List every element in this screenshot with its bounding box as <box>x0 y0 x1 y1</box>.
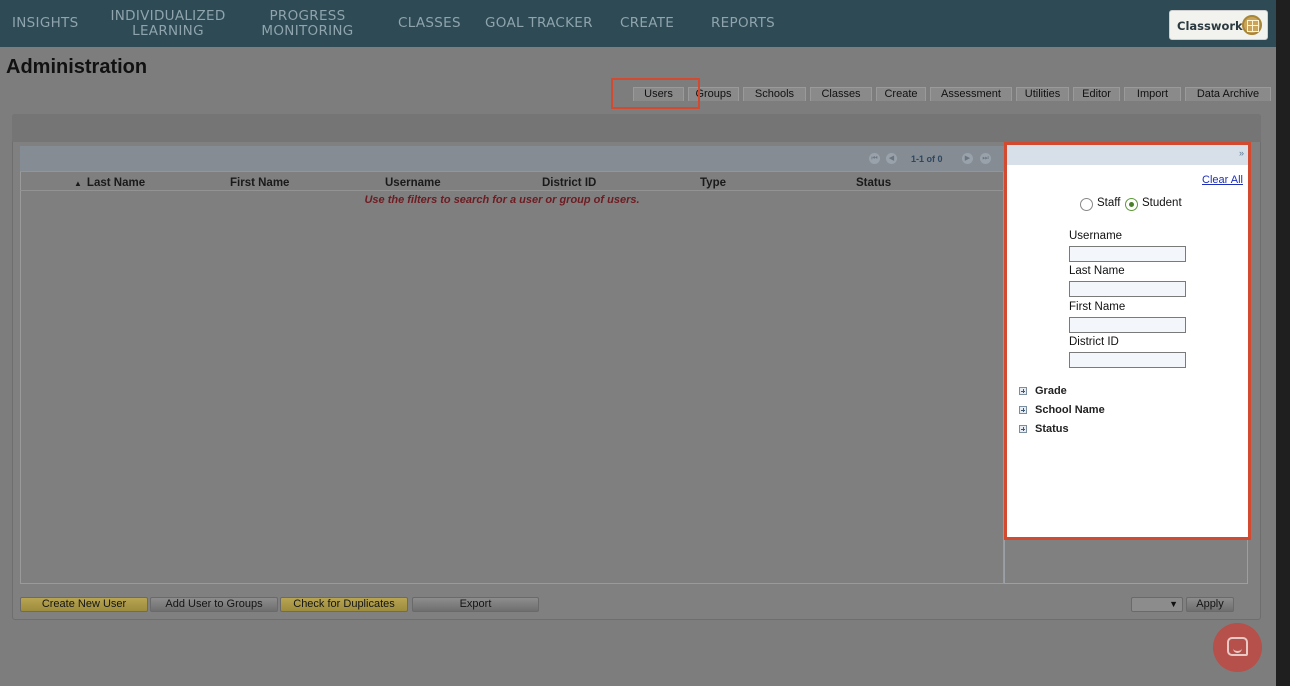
nav-classes[interactable]: CLASSES <box>398 16 461 31</box>
school-name-filter-toggle[interactable]: School Name <box>1019 404 1105 416</box>
filter-panel-header: » <box>1007 145 1248 165</box>
sort-ascending-icon: ▲ <box>74 179 82 188</box>
tab-label: Data Archive <box>1196 88 1260 100</box>
column-header-username[interactable]: Username <box>385 177 441 189</box>
nav-individualized-learning[interactable]: INDIVIDUALIZED LEARNING <box>108 9 228 39</box>
grade-filter-toggle[interactable]: Grade <box>1019 385 1067 397</box>
nav-create[interactable]: CREATE <box>620 16 674 31</box>
collapse-panel-icon[interactable]: » <box>1239 148 1244 158</box>
tab-label: Classes <box>821 88 861 100</box>
username-label: Username <box>1069 230 1123 242</box>
clear-all-link[interactable]: Clear All <box>1202 174 1243 186</box>
tab-import[interactable]: Import <box>1124 87 1181 101</box>
nav-label-line2: LEARNING <box>132 23 204 39</box>
tab-label: Import <box>1136 88 1169 100</box>
empty-grid-message: Use the filters to search for a user or … <box>364 194 640 206</box>
tab-assessment[interactable]: Assessment <box>930 87 1012 101</box>
chevron-down-icon: ▼ <box>1169 599 1178 609</box>
action-select[interactable]: ▼ <box>1131 597 1183 612</box>
create-new-user-button[interactable]: Create New User <box>20 597 148 612</box>
prev-page-icon[interactable]: ◀ <box>886 153 897 164</box>
tab-editor[interactable]: Editor <box>1073 87 1120 101</box>
expand-plus-icon <box>1019 406 1027 414</box>
chat-icon <box>1227 637 1248 656</box>
first-name-field[interactable] <box>1069 317 1186 333</box>
expander-label: Grade <box>1035 385 1067 397</box>
student-radio[interactable] <box>1125 198 1138 211</box>
tab-create[interactable]: Create <box>876 87 926 101</box>
column-header-district-id[interactable]: District ID <box>542 177 596 189</box>
staff-radio[interactable] <box>1080 198 1093 211</box>
student-radio-label: Student <box>1142 197 1182 209</box>
expander-label: Status <box>1035 423 1069 435</box>
first-name-label: First Name <box>1069 301 1126 313</box>
expand-plus-icon <box>1019 387 1027 395</box>
brand-menu[interactable]: Classworks <box>1169 10 1268 40</box>
nav-label-line2: MONITORING <box>261 23 354 39</box>
nav-reports[interactable]: REPORTS <box>711 16 775 31</box>
column-header-last-name[interactable]: ▲ Last Name <box>74 177 145 189</box>
column-header-status[interactable]: Status <box>856 177 891 189</box>
next-page-icon[interactable]: ▶ <box>962 153 973 164</box>
export-button[interactable]: Export <box>412 597 539 612</box>
tab-label: Schools <box>754 88 795 100</box>
expander-label: School Name <box>1035 404 1105 416</box>
status-filter-toggle[interactable]: Status <box>1019 423 1069 435</box>
nav-goal-tracker[interactable]: GOAL TRACKER <box>485 16 593 31</box>
classworks-logo-icon <box>1242 15 1262 35</box>
column-header-first-name[interactable]: First Name <box>230 177 289 189</box>
column-label: Last Name <box>86 177 146 189</box>
apply-button[interactable]: Apply <box>1186 597 1234 612</box>
staff-radio-label: Staff <box>1097 197 1121 209</box>
last-name-field[interactable] <box>1069 281 1186 297</box>
panel-header-band <box>12 114 1261 142</box>
chat-launcher[interactable] <box>1213 623 1262 672</box>
last-name-label: Last Name <box>1069 265 1125 277</box>
tab-label: Assessment <box>941 88 1001 100</box>
first-page-icon[interactable]: ⏮ <box>869 153 880 164</box>
district-id-field[interactable] <box>1069 352 1186 368</box>
nav-insights[interactable]: INSIGHTS <box>12 16 78 31</box>
tab-data-archive[interactable]: Data Archive <box>1185 87 1271 101</box>
users-grid <box>20 146 1004 584</box>
tab-label: Editor <box>1082 88 1111 100</box>
district-id-label: District ID <box>1069 336 1119 348</box>
grid-toolbar <box>20 146 1004 172</box>
tab-schools[interactable]: Schools <box>743 87 806 101</box>
nav-progress-monitoring[interactable]: PROGRESS MONITORING <box>255 9 360 39</box>
check-for-duplicates-button[interactable]: Check for Duplicates <box>280 597 408 612</box>
add-user-to-groups-button[interactable]: Add User to Groups <box>150 597 278 612</box>
tab-label: Groups <box>695 88 732 100</box>
tab-label: Utilities <box>1024 88 1061 100</box>
filter-panel: » Clear All Staff Student Username Last … <box>1004 142 1251 540</box>
header-divider <box>20 190 1004 191</box>
brand-name: Classworks <box>1177 19 1250 33</box>
tab-label: Create <box>884 88 918 100</box>
window-edge <box>1276 0 1290 686</box>
tab-classes[interactable]: Classes <box>810 87 872 101</box>
tab-utilities[interactable]: Utilities <box>1016 87 1069 101</box>
users-tab-highlight <box>611 78 700 109</box>
username-field[interactable] <box>1069 246 1186 262</box>
pager-status: 1-1 of 0 <box>911 154 943 164</box>
expand-plus-icon <box>1019 425 1027 433</box>
top-navigation: INSIGHTS INDIVIDUALIZED LEARNING PROGRES… <box>0 0 1276 47</box>
nav-label-line1: PROGRESS <box>269 8 346 24</box>
nav-label-line1: INDIVIDUALIZED <box>110 8 226 24</box>
column-header-type[interactable]: Type <box>700 177 726 189</box>
last-page-icon[interactable]: ⏭ <box>980 153 991 164</box>
page-title: Administration <box>6 56 148 78</box>
